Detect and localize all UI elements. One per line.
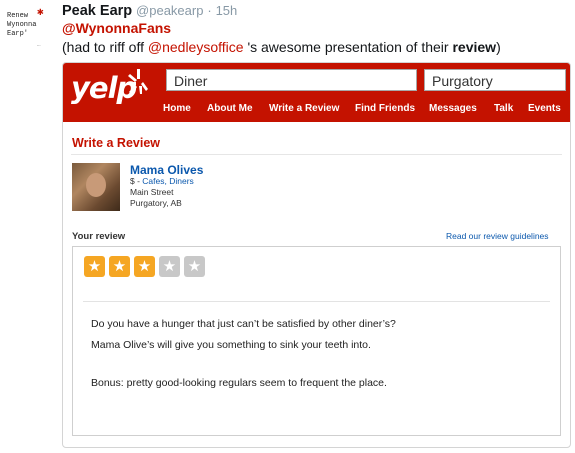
- avatar-text-line: Wynonna: [7, 21, 37, 29]
- business-photo[interactable]: [72, 163, 120, 211]
- review-text-line: Bonus: pretty good-looking regulars seem…: [91, 377, 387, 389]
- review-text-line: Do you have a hunger that just can’t be …: [91, 318, 396, 330]
- business-address-city: Purgatory, AB: [130, 198, 182, 208]
- yelp-burst-icon: [127, 69, 148, 94]
- tweet-author-name[interactable]: Peak Earp: [62, 3, 132, 19]
- tweet-mention[interactable]: @nedleysoffice: [148, 39, 244, 55]
- business-photo-face: [86, 173, 106, 197]
- tweet-text-suffix: ): [496, 39, 501, 55]
- page-title: Write a Review: [72, 136, 161, 150]
- tweet-text-bold: review: [452, 39, 497, 55]
- nav-about-me[interactable]: About Me: [207, 103, 253, 114]
- avatar-text-line: Renew: [7, 12, 29, 20]
- nav-events[interactable]: Events: [528, 103, 561, 114]
- review-guidelines-link[interactable]: Read our review guidelines: [446, 231, 549, 241]
- yelp-header-bar: yelp Diner Purgatory Home About Me Write…: [63, 63, 570, 122]
- tweet-header: Peak Earp @peakearp · 15h: [62, 1, 237, 20]
- search-near-input[interactable]: Purgatory: [424, 69, 566, 91]
- rating-star-icon[interactable]: ★: [159, 256, 180, 277]
- dots-icon: …: [37, 41, 41, 48]
- tweet-text-middle: 's awesome presentation of their: [243, 39, 453, 55]
- tweet-separator: ·: [207, 3, 212, 18]
- business-address-street: Main Street: [130, 187, 174, 197]
- rating-star-icon[interactable]: ★: [109, 256, 130, 277]
- avatar[interactable]: Renew Wynonna Earp' ✱ …: [5, 4, 49, 48]
- rating-star-icon[interactable]: ★: [84, 256, 105, 277]
- nav-talk[interactable]: Talk: [494, 103, 513, 114]
- search-find-input[interactable]: Diner: [166, 69, 417, 91]
- tweet-image-card[interactable]: yelp Diner Purgatory Home About Me Write…: [62, 62, 571, 448]
- tweet-author-handle[interactable]: @peakearp: [136, 3, 203, 18]
- review-text-line: Mama Olive’s will give you something to …: [91, 339, 371, 351]
- nav-home[interactable]: Home: [163, 103, 191, 114]
- divider: [71, 154, 562, 155]
- business-name[interactable]: Mama Olives: [130, 163, 203, 177]
- nav-write-review[interactable]: Write a Review: [269, 103, 339, 114]
- divider: [83, 301, 550, 302]
- rating-star-icon[interactable]: ★: [134, 256, 155, 277]
- star-icon: ✱: [37, 7, 44, 19]
- tweet-text-prefix: (had to riff off: [62, 39, 148, 55]
- nav-find-friends[interactable]: Find Friends: [355, 103, 415, 114]
- review-text-area[interactable]: ★ ★ ★ ★ ★ Do you have a hunger that just can…: [72, 246, 561, 436]
- nav-messages[interactable]: Messages: [429, 103, 477, 114]
- business-categories: $ - Cafes, Diners: [130, 176, 194, 186]
- tweet-text: (had to riff off @nedleysoffice 's aweso…: [62, 38, 501, 56]
- your-review-label: Your review: [72, 231, 126, 242]
- tweet-timestamp[interactable]: 15h: [216, 3, 238, 18]
- reply-to-mention[interactable]: @WynonnaFans: [62, 19, 171, 37]
- avatar-text-line: Earp': [7, 30, 29, 38]
- business-category-links[interactable]: Cafes, Diners: [142, 176, 194, 186]
- rating-star-icon[interactable]: ★: [184, 256, 205, 277]
